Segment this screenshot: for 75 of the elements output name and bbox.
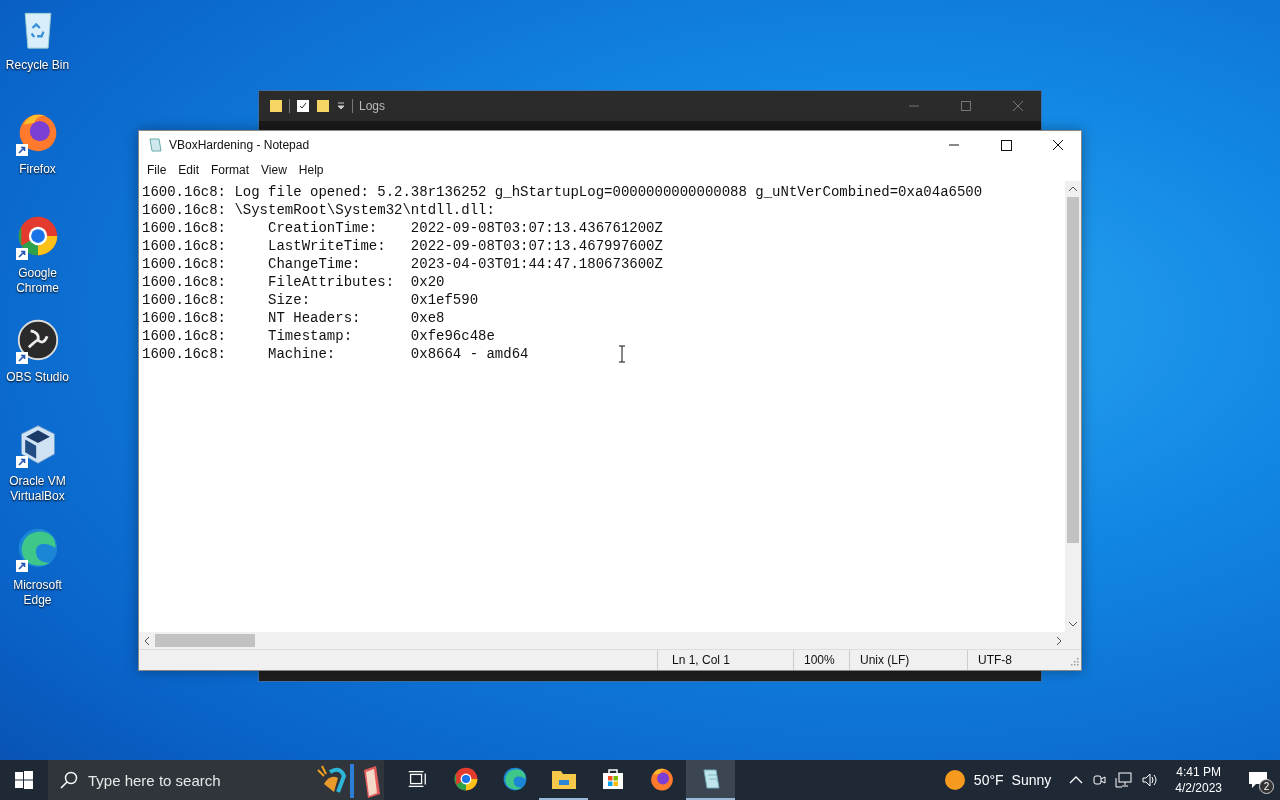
scroll-thumb[interactable]	[155, 634, 255, 647]
vertical-scrollbar[interactable]	[1065, 181, 1081, 632]
clock-date: 4/2/2023	[1175, 780, 1222, 796]
resize-grip-icon[interactable]	[1069, 658, 1079, 668]
shortcut-label: Microsoft Edge	[12, 578, 63, 608]
weather-temperature[interactable]: 50°F	[973, 772, 1004, 788]
shortcut-arrow-icon	[15, 352, 28, 364]
sun-icon[interactable]	[943, 769, 966, 791]
search-input[interactable]: Type here to search	[86, 770, 306, 790]
network-icon[interactable]	[1115, 772, 1134, 788]
dropdown-icon[interactable]	[336, 101, 346, 111]
search-box[interactable]: Type here to search	[48, 760, 384, 800]
edge-icon	[501, 766, 528, 792]
window-title: Logs	[359, 99, 386, 113]
status-text: Unix (LF)	[849, 650, 967, 670]
shortcut-label: Google Chrome	[15, 266, 60, 296]
desktop-shortcut[interactable]: Oracle VM VirtualBox	[0, 420, 75, 524]
notification-button[interactable]: 2	[1236, 760, 1280, 800]
chevron-up-icon[interactable]	[1069, 775, 1084, 785]
text-line: 1600.16c8: LastWriteTime: 2022-09-08T03:07:13.467997600Z	[142, 237, 663, 255]
folder-icon	[550, 768, 577, 790]
menu-item[interactable]: Help	[292, 161, 330, 179]
scroll-down-icon[interactable]	[1068, 620, 1078, 628]
status-text: 100%	[793, 650, 849, 670]
text-line: 1600.16c8: FileAttributes: 0x20	[142, 273, 445, 291]
clock[interactable]: 4:41 PM 4/2/2023	[1175, 764, 1222, 796]
obs-icon	[15, 318, 60, 362]
menu-item[interactable]: Format	[205, 161, 256, 179]
notepad-icon	[147, 137, 163, 153]
folder-icon	[269, 99, 283, 113]
text-line: 1600.16c8: Log file opened: 5.2.38r136252 g_hStartupLog=0000000000000088 g_uNtVerCombined=0xa04a6500	[142, 183, 983, 201]
text-line: 1600.16c8: Timestamp: 0xfe96c48e	[142, 327, 495, 345]
chrome-icon	[452, 766, 479, 792]
camera-icon[interactable]	[1091, 772, 1108, 788]
shortcut-arrow-icon	[15, 144, 28, 156]
desktop-shortcut[interactable]: Firefox	[0, 108, 75, 212]
scroll-right-icon[interactable]	[1055, 635, 1063, 646]
desktop-shortcut[interactable]: Google Chrome	[0, 212, 75, 316]
taskbar-app-button[interactable]	[686, 760, 735, 800]
window-title: VBoxHardening - Notepad	[169, 138, 310, 152]
text-line: 1600.16c8: NT Headers: 0xe8	[142, 309, 445, 327]
shortcut-label: Oracle VM VirtualBox	[8, 474, 67, 504]
scroll-thumb[interactable]	[1067, 197, 1079, 543]
windows-logo-icon	[15, 771, 33, 789]
scroll-up-icon[interactable]	[1068, 185, 1078, 193]
volume-icon[interactable]	[1141, 772, 1160, 788]
notification-count: 2	[1259, 779, 1274, 794]
shortcut-label: Recycle Bin	[4, 58, 71, 73]
shortcut-label: Firefox	[18, 162, 57, 177]
shortcut-arrow-icon	[15, 456, 28, 468]
shortcut-arrow-icon	[15, 248, 28, 260]
store-bag-icon	[600, 767, 625, 791]
desktop-shortcut[interactable]: OBS Studio	[0, 316, 75, 420]
desktop-shortcut[interactable]: Recycle Bin	[0, 4, 75, 108]
text-line: 1600.16c8: \SystemRoot\System32\ntdll.dll:	[142, 201, 495, 219]
menu-item[interactable]: File	[141, 161, 173, 179]
new-folder-icon	[316, 99, 330, 113]
menu-item[interactable]: Edit	[172, 161, 206, 179]
text-cursor-icon	[618, 345, 626, 363]
text-line: 1600.16c8: Machine: 0x8664 - amd64	[142, 345, 529, 363]
scroll-left-icon[interactable]	[143, 635, 151, 646]
menu-item[interactable]: View	[255, 161, 293, 179]
text-line: 1600.16c8: Size: 0x1ef590	[142, 291, 479, 309]
desktop-shortcut[interactable]: Microsoft Edge	[0, 524, 75, 628]
shortcut-label: OBS Studio	[5, 370, 70, 385]
clock-time: 4:41 PM	[1176, 764, 1221, 780]
text-line: 1600.16c8: ChangeTime: 2023-04-03T01:44:47.180673600Z	[142, 255, 663, 273]
status-text: Ln 1, Col 1	[657, 650, 793, 670]
properties-icon	[296, 99, 310, 113]
weather-condition[interactable]: Sunny	[1011, 772, 1052, 788]
search-icon	[60, 771, 78, 789]
shortcut-arrow-icon	[15, 560, 28, 572]
firefox-icon	[648, 766, 675, 792]
horizontal-scrollbar[interactable]	[139, 632, 1081, 649]
text-line: 1600.16c8: CreationTime: 2022-09-08T03:07:13.436761200Z	[142, 219, 663, 237]
